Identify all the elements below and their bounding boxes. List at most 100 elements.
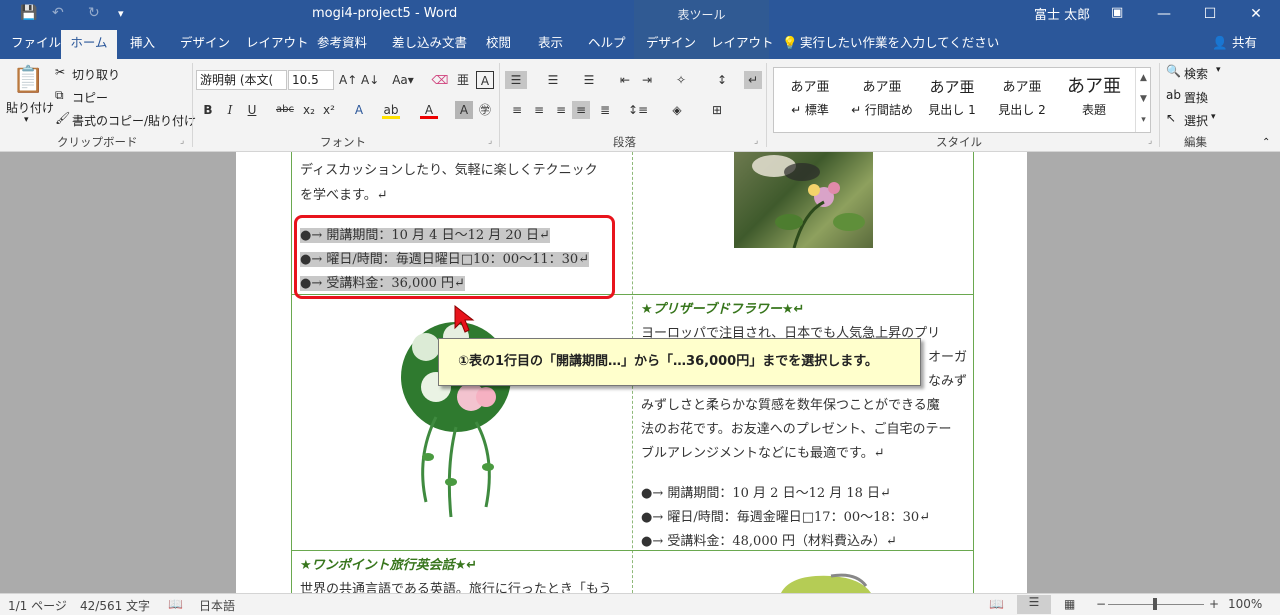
bold-icon[interactable]: B xyxy=(199,101,217,119)
copy-button[interactable]: コピー xyxy=(72,89,108,106)
zoom-level[interactable]: 100% xyxy=(1228,597,1262,611)
replace-icon[interactable]: ab xyxy=(1166,88,1181,102)
user-name[interactable]: 富士 太郎 xyxy=(1034,4,1090,23)
minimize-button[interactable]: — xyxy=(1141,0,1187,30)
asian-layout-icon[interactable]: ✧ xyxy=(672,71,690,89)
page-count[interactable]: 1/1 ページ xyxy=(8,597,67,614)
increase-indent-icon[interactable]: ⇥ xyxy=(638,71,656,89)
word-count[interactable]: 42/561 文字 xyxy=(80,597,150,614)
zoom-slider-thumb[interactable] xyxy=(1153,598,1157,610)
find-dropdown-icon[interactable]: ▾ xyxy=(1216,65,1221,75)
change-case-icon[interactable]: Aa▾ xyxy=(390,71,416,89)
cut-button[interactable]: 切り取り xyxy=(72,66,120,83)
zoom-out-icon[interactable]: − xyxy=(1096,597,1106,611)
styles-launcher-icon[interactable]: ⌟ xyxy=(1148,136,1152,146)
clipboard-launcher-icon[interactable]: ⌟ xyxy=(180,136,184,146)
customize-qat-icon[interactable]: ▾ xyxy=(118,7,124,20)
sort-icon[interactable]: ↕ xyxy=(713,71,731,89)
paste-icon[interactable]: 📋 xyxy=(12,65,44,95)
tab-table-layout[interactable]: レイアウト xyxy=(711,30,774,59)
paragraph-launcher-icon[interactable]: ⌟ xyxy=(754,136,758,146)
share-button[interactable]: 共有 xyxy=(1232,30,1257,59)
multilevel-list-icon[interactable]: ☰ xyxy=(580,71,598,89)
character-border-icon[interactable]: A xyxy=(476,71,494,89)
style-normal[interactable]: あア亜 ↵ 標準 xyxy=(776,70,844,130)
clear-formatting-icon[interactable]: ⌫ xyxy=(431,71,449,89)
font-launcher-icon[interactable]: ⌟ xyxy=(488,136,492,146)
tab-references[interactable]: 参考資料 xyxy=(317,30,367,59)
tab-file[interactable]: ファイル xyxy=(11,30,61,59)
paste-button[interactable]: 貼り付け xyxy=(6,99,54,116)
highlight-color-icon[interactable]: ab xyxy=(382,101,400,119)
select-dropdown-icon[interactable]: ▾ xyxy=(1211,112,1216,122)
save-icon[interactable]: 💾 xyxy=(20,5,37,21)
tab-help[interactable]: ヘルプ xyxy=(588,30,626,59)
style-heading1[interactable]: あア亜 見出し 1 xyxy=(918,70,986,130)
table-row-border xyxy=(291,550,974,551)
proofing-icon[interactable]: 📖 xyxy=(168,597,183,611)
tab-review[interactable]: 校閲 xyxy=(486,30,511,59)
font-color-icon[interactable]: A xyxy=(420,101,438,119)
tab-view[interactable]: 表示 xyxy=(538,30,563,59)
underline-icon[interactable]: U xyxy=(243,101,261,119)
phonetic-guide-icon[interactable]: 亜 xyxy=(454,71,472,89)
align-center-icon[interactable]: ≡ xyxy=(530,101,548,119)
format-painter-button[interactable]: 書式のコピー/貼り付け xyxy=(72,112,196,129)
subscript-icon[interactable]: x₂ xyxy=(300,101,318,119)
paste-dropdown-icon[interactable]: ▾ xyxy=(24,115,29,125)
style-heading2[interactable]: あア亜 見出し 2 xyxy=(988,70,1056,130)
align-right-icon[interactable]: ≡ xyxy=(552,101,570,119)
tab-insert[interactable]: 挿入 xyxy=(130,30,155,59)
zoom-in-icon[interactable]: + xyxy=(1209,597,1219,611)
tab-layout[interactable]: レイアウト xyxy=(246,30,309,59)
cell3-line1: 世界の共通言語である英語。旅行に行ったとき「もう xyxy=(300,582,612,593)
shrink-font-icon[interactable]: A↓ xyxy=(361,71,379,89)
undo-icon[interactable]: ↶ xyxy=(52,5,64,21)
style-title[interactable]: あア亜 表題 xyxy=(1060,70,1128,130)
format-painter-icon[interactable]: 🖌 xyxy=(55,111,70,125)
butterfly-photo[interactable] xyxy=(734,152,873,249)
read-mode-icon[interactable]: 📖 xyxy=(989,597,1004,611)
web-layout-icon[interactable]: ▦ xyxy=(1064,597,1075,611)
borders-icon[interactable]: ⊞ xyxy=(708,101,726,119)
grow-font-icon[interactable]: A↑ xyxy=(339,71,357,89)
distributed-icon[interactable]: ≣ xyxy=(596,101,614,119)
tab-mailings[interactable]: 差し込み文書 xyxy=(392,30,467,59)
scissors-icon[interactable]: ✂ xyxy=(55,65,65,79)
italic-icon[interactable]: I xyxy=(221,101,239,119)
language[interactable]: 日本語 xyxy=(199,597,235,614)
tell-me-input[interactable]: 実行したい作業を入力してください xyxy=(800,30,999,59)
numbering-icon[interactable]: ☰ xyxy=(544,71,562,89)
collapse-ribbon-icon[interactable]: ⌃ xyxy=(1262,137,1270,148)
line-spacing-icon[interactable]: ↕≡ xyxy=(628,101,648,119)
print-layout-icon[interactable]: ☰ xyxy=(1017,595,1051,614)
align-left-icon[interactable]: ≡ xyxy=(508,101,526,119)
font-size-combo[interactable]: 10.5 xyxy=(288,70,334,90)
font-name-combo[interactable]: 游明朝 (本文( xyxy=(196,70,287,90)
tab-design[interactable]: デザイン xyxy=(180,30,230,59)
search-icon[interactable]: 🔍 xyxy=(1166,64,1181,78)
justify-icon[interactable]: ≡ xyxy=(572,101,590,119)
ribbon-display-options-icon[interactable]: ▣ xyxy=(1111,5,1123,20)
bullets-icon[interactable]: ☰ xyxy=(505,71,527,89)
copy-icon[interactable]: ⧉ xyxy=(55,88,64,103)
superscript-icon[interactable]: x² xyxy=(320,101,338,119)
show-formatting-icon[interactable]: ↵ xyxy=(744,71,762,89)
select-button[interactable]: 選択 xyxy=(1184,112,1208,129)
redo-icon[interactable]: ↻ xyxy=(88,5,100,21)
maximize-button[interactable]: ☐ xyxy=(1187,0,1233,30)
shading-icon[interactable]: ◈ xyxy=(668,101,686,119)
replace-button[interactable]: 置換 xyxy=(1184,89,1208,106)
close-button[interactable]: ✕ xyxy=(1233,0,1279,30)
strikethrough-icon[interactable]: abc xyxy=(276,101,294,119)
select-icon[interactable]: ↖ xyxy=(1166,111,1176,125)
find-button[interactable]: 検索 xyxy=(1184,65,1208,82)
tab-home[interactable]: ホーム xyxy=(61,30,117,59)
text-effects-icon[interactable]: A xyxy=(350,101,368,119)
tab-table-design[interactable]: デザイン xyxy=(646,30,696,59)
styles-scroll[interactable]: ▲ ▼ ▾ xyxy=(1135,68,1151,132)
character-shading-icon[interactable]: A xyxy=(455,101,473,119)
style-no-spacing[interactable]: あア亜 ↵ 行間詰め xyxy=(848,70,916,130)
decrease-indent-icon[interactable]: ⇤ xyxy=(616,71,634,89)
enclosed-characters-icon[interactable]: ㊫ xyxy=(476,101,494,119)
